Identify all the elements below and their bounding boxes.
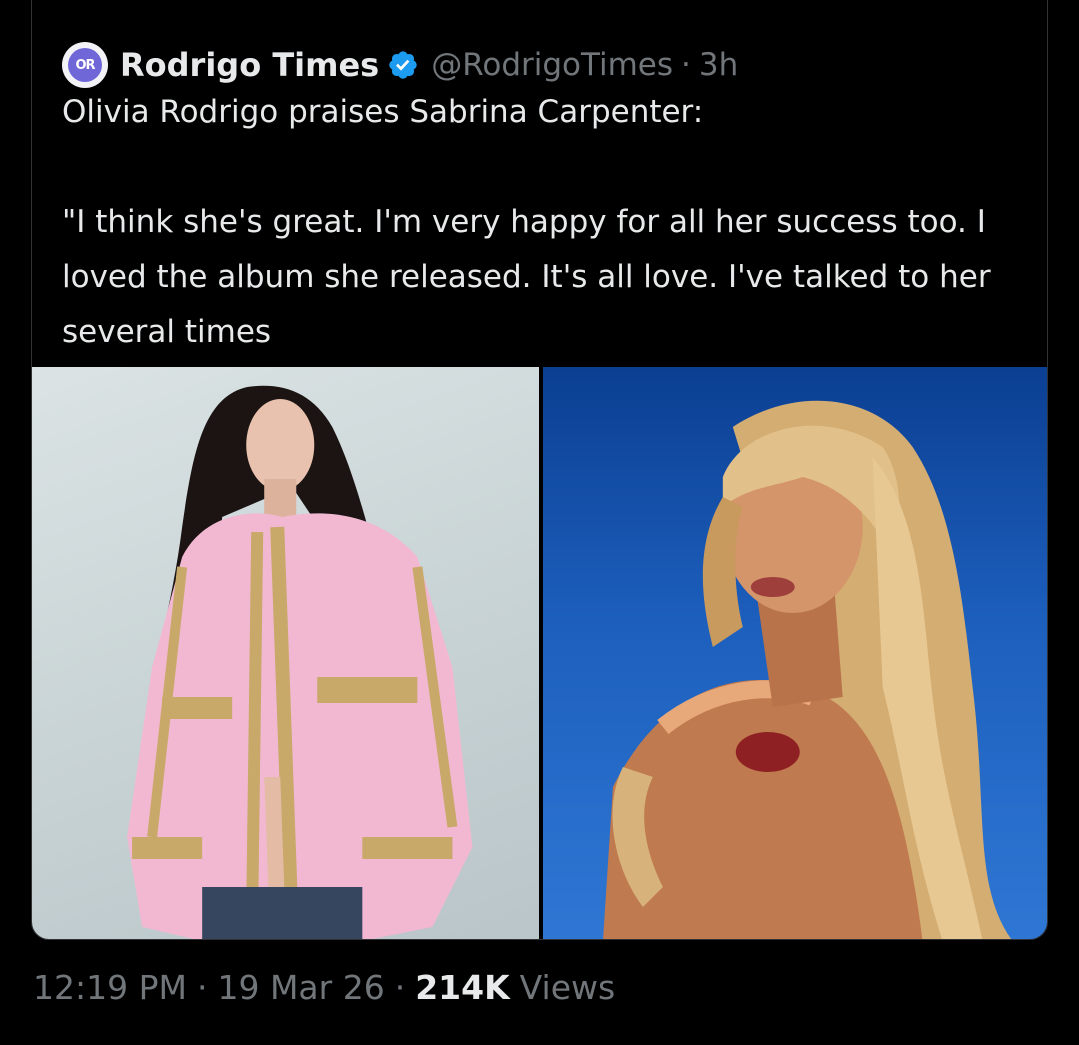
photo-sabrina-carpenter[interactable]	[542, 367, 1047, 939]
footer-separator: ·	[394, 967, 406, 1007]
header-separator: ·	[681, 47, 691, 83]
verified-badge-icon	[389, 51, 417, 79]
author-handle[interactable]: @RodrigoTimes	[431, 47, 673, 83]
photo-olivia-rodrigo[interactable]	[32, 367, 539, 939]
photo-sabrina-carpenter-image	[602, 400, 1011, 939]
views-label: Views	[519, 967, 616, 1007]
avatar-logo: OR	[68, 48, 102, 82]
tweet-time[interactable]: 12:19 PM	[33, 968, 187, 1007]
footer-separator: ·	[196, 967, 208, 1007]
tweet-footer: 12:19 PM · 19 Mar 26 · 214K Views	[33, 962, 615, 1012]
tweet-text: Olivia Rodrigo praises Sabrina Carpenter…	[62, 94, 991, 350]
tweet-media-grid	[32, 367, 1047, 939]
tweet-header: OR Rodrigo Times @RodrigoTimes · 3h	[62, 41, 738, 89]
tweet-relative-time[interactable]: 3h	[699, 47, 738, 83]
tweet-date[interactable]: 19 Mar 26	[217, 968, 384, 1007]
photo-olivia-rodrigo-image	[127, 385, 473, 939]
views-count[interactable]: 214K	[415, 968, 509, 1007]
author-display-name[interactable]: Rodrigo Times	[120, 46, 379, 84]
avatar[interactable]: OR	[62, 42, 108, 88]
quoted-tweet-card[interactable]: OR Rodrigo Times @RodrigoTimes · 3h Oliv…	[31, 0, 1048, 940]
